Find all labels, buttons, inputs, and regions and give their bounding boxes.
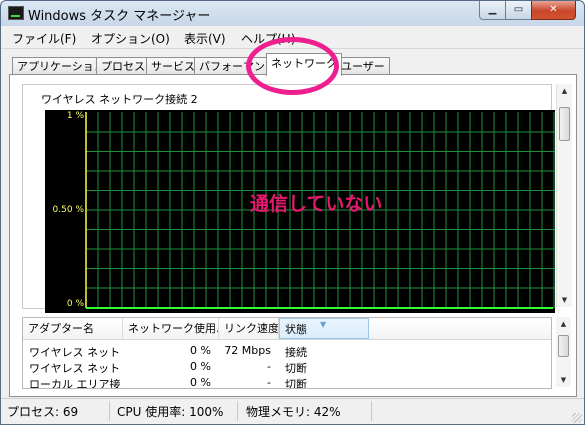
table-row[interactable]: ワイヤレス ネット... 0 % - 切断 xyxy=(23,358,551,375)
scroll-down-icon[interactable]: ▼ xyxy=(556,373,571,387)
adapter-state: 切断 xyxy=(285,378,307,389)
column-state-label: 状態 xyxy=(285,323,307,336)
window-title: Windows タスク マネージャー xyxy=(28,9,211,24)
table-row[interactable]: ワイヤレス ネット... 0 % 72 Mbps 接続 xyxy=(23,342,551,359)
status-processes: プロセス: 69 xyxy=(7,405,79,419)
adapter-speed: - xyxy=(267,376,271,389)
status-memory: 物理メモリ: 42% xyxy=(246,405,341,419)
table-header: アダプター名 ネットワーク使用... リンク速度 状態 ▼ xyxy=(23,318,551,340)
menu-options[interactable]: オプション(O) xyxy=(91,30,170,47)
column-link-speed[interactable]: リンク速度 xyxy=(219,318,279,339)
network-panel: ワイヤレス ネットワーク接続 2 1 % 0.50 % 0 % 通信していない … xyxy=(9,74,577,397)
status-bar: プロセス: 69 CPU 使用率: 100% 物理メモリ: 42% xyxy=(1,398,584,424)
status-separator xyxy=(109,401,110,421)
resize-grip-icon[interactable] xyxy=(572,413,582,423)
table-scrollbar[interactable]: ▲ ▼ xyxy=(556,317,571,387)
highlight-circle xyxy=(246,37,339,95)
menu-view[interactable]: 表示(V) xyxy=(184,30,226,47)
graph-frame: ワイヤレス ネットワーク接続 2 1 % 0.50 % 0 % 通信していない xyxy=(22,84,555,313)
tab-services[interactable]: サービス xyxy=(146,57,200,75)
scroll-down-icon[interactable]: ▼ xyxy=(557,293,572,307)
tab-users[interactable]: ユーザー xyxy=(336,57,390,75)
adapter-usage: 0 % xyxy=(190,376,211,389)
scroll-up-icon[interactable]: ▲ xyxy=(557,84,572,98)
status-separator xyxy=(371,401,372,421)
adapter-usage: 0 % xyxy=(190,344,211,357)
task-manager-icon xyxy=(8,6,24,20)
status-cpu: CPU 使用率: 100% xyxy=(117,405,224,419)
scroll-up-icon[interactable]: ▲ xyxy=(556,317,571,331)
tab-processes[interactable]: プロセス xyxy=(96,57,150,75)
graph-title: ワイヤレス ネットワーク接続 2 xyxy=(41,93,198,106)
adapter-usage: 0 % xyxy=(190,360,211,373)
maximize-button[interactable]: ▭ xyxy=(505,1,532,20)
scroll-thumb[interactable] xyxy=(559,107,570,141)
scroll-thumb[interactable] xyxy=(558,335,569,357)
minimize-button[interactable]: ▁ xyxy=(479,1,506,20)
adapter-speed: 72 Mbps xyxy=(224,344,271,357)
graph-scrollbar[interactable]: ▲ ▼ xyxy=(556,84,572,307)
adapter-table: アダプター名 ネットワーク使用... リンク速度 状態 ▼ ワイヤレス ネット.… xyxy=(22,317,552,389)
table-row[interactable]: ローカル エリア接... 0 % - 切断 xyxy=(23,374,551,389)
column-adapter-name[interactable]: アダプター名 xyxy=(23,318,123,339)
close-button[interactable]: ✕ xyxy=(531,1,576,20)
task-manager-window: Windows タスク マネージャー ▁ ▭ ✕ ファイル(F) オプション(O… xyxy=(0,0,585,425)
sort-down-icon: ▼ xyxy=(320,320,327,329)
status-separator xyxy=(237,401,238,421)
adapter-speed: - xyxy=(267,360,271,373)
adapter-name: ローカル エリア接... xyxy=(29,378,121,389)
column-network-usage[interactable]: ネットワーク使用... xyxy=(123,318,219,339)
title-bar[interactable]: Windows タスク マネージャー ▁ ▭ ✕ xyxy=(1,1,584,25)
menu-file[interactable]: ファイル(F) xyxy=(12,30,76,47)
network-graph: 1 % 0.50 % 0 % 通信していない xyxy=(45,110,555,313)
column-state[interactable]: 状態 ▼ xyxy=(279,318,369,339)
no-traffic-annotation: 通信していない xyxy=(250,193,383,215)
